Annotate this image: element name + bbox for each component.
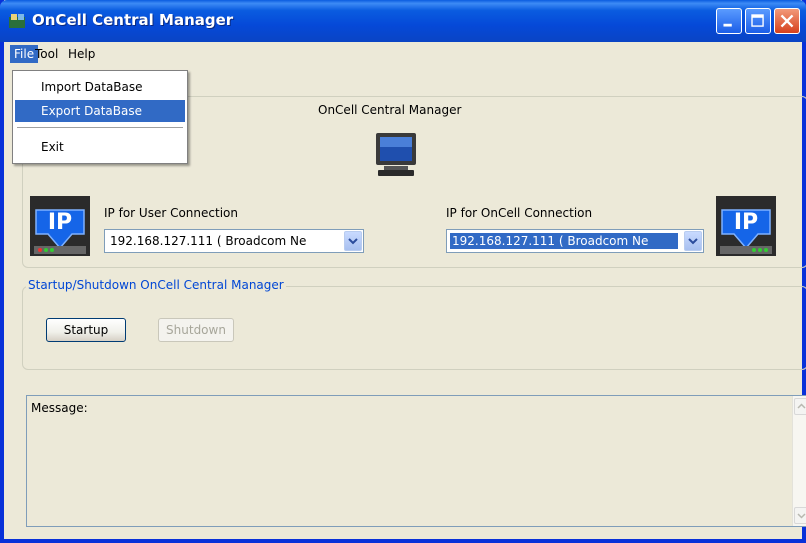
close-icon (780, 14, 794, 28)
close-button[interactable] (774, 8, 800, 34)
menu-exit[interactable]: Exit (15, 136, 185, 158)
maximize-icon (751, 14, 764, 27)
scroll-up-button[interactable] (794, 398, 806, 415)
menu-help[interactable]: Help (64, 45, 99, 63)
chevron-down-icon (688, 238, 698, 245)
ip-icon-text: IP (734, 210, 758, 235)
user-connection-dropdown-button[interactable] (344, 231, 362, 251)
startup-group (22, 286, 806, 370)
shutdown-button[interactable]: Shutdown (158, 318, 234, 342)
menu-export-database[interactable]: Export DataBase (15, 100, 185, 122)
minimize-icon (723, 23, 732, 27)
scroll-down-button[interactable] (794, 507, 806, 524)
menu-tool[interactable]: Tool (31, 45, 62, 63)
startup-group-title: Startup/Shutdown OnCell Central Manager (26, 278, 286, 292)
title-bar[interactable]: OnCell Central Manager (0, 0, 806, 42)
scroll-down-icon (797, 513, 806, 519)
main-group-title: OnCell Central Manager (318, 103, 462, 117)
menu-bar: File Tool Help (4, 42, 802, 66)
oncell-connection-label: IP for OnCell Connection (446, 206, 593, 220)
message-label: Message: (31, 401, 88, 415)
oncell-connection-value: 192.168.127.111 ( Broadcom Ne (450, 233, 678, 249)
startup-button[interactable]: Startup (46, 318, 126, 342)
window-title: OnCell Central Manager (32, 11, 234, 29)
app-window: OnCell Central Manager File Tool Help On… (0, 0, 806, 543)
user-connection-label: IP for User Connection (104, 206, 238, 220)
menu-import-database[interactable]: Import DataBase (15, 76, 185, 98)
user-connection-value: 192.168.127.111 ( Broadcom Ne (110, 234, 307, 248)
scroll-up-icon (797, 403, 806, 409)
oncell-connection-dropdown-button[interactable] (684, 231, 702, 251)
ip-network-icon: IP (716, 196, 776, 256)
app-icon (9, 14, 25, 28)
minimize-button[interactable] (716, 8, 742, 34)
computer-monitor-icon (376, 133, 416, 176)
message-area[interactable]: Message: (26, 395, 806, 527)
ip-network-icon: IP (30, 196, 90, 256)
menu-separator (17, 127, 183, 129)
user-connection-select[interactable]: 192.168.127.111 ( Broadcom Ne (104, 229, 364, 253)
oncell-connection-select[interactable]: 192.168.127.111 ( Broadcom Ne (446, 229, 704, 253)
chevron-down-icon (348, 238, 358, 245)
file-menu-dropdown: Import DataBase Export DataBase Exit (12, 70, 188, 164)
message-scrollbar[interactable] (792, 396, 806, 526)
maximize-button[interactable] (745, 8, 771, 34)
ip-icon-text: IP (48, 210, 72, 235)
